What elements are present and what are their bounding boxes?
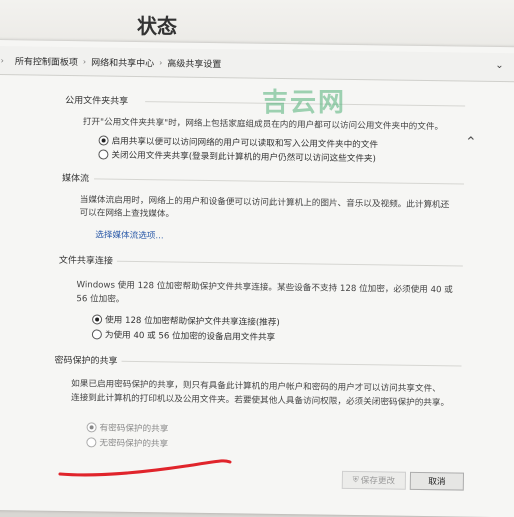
shield-icon: ⛨ xyxy=(352,475,359,485)
chevron-right-icon: › xyxy=(0,55,4,65)
media-description-line2: 可以在网络上查找媒体。 xyxy=(79,208,175,220)
address-bar[interactable]: › 所有控制面板项 › 网络和共享中心 › 高级共享设置 ⌄ xyxy=(0,45,514,83)
watermark-logo: 吉云网 xyxy=(262,88,347,118)
cancel-button[interactable]: 取消 xyxy=(409,471,465,491)
section-heading-media: 媒体流 xyxy=(61,173,90,185)
breadcrumb-advanced-sharing[interactable]: 高级共享设置 xyxy=(167,56,221,70)
file-sharing-description-line1: Windows 使用 128 位加密帮助保护文件共享连接。某些设备不支持 128… xyxy=(76,280,453,296)
divider xyxy=(116,260,463,267)
save-changes-button[interactable]: ⛨ 保存更改 xyxy=(341,470,407,490)
option-disable-public-sharing[interactable]: 关闭公用文件夹共享(登录到此计算机的用户仍然可以访问这些文件夹) xyxy=(98,148,376,164)
radio-unselected[interactable] xyxy=(98,149,109,160)
radio-selected[interactable] xyxy=(86,422,97,433)
red-annotation-stroke xyxy=(58,459,232,477)
option-password-off[interactable]: 无密码保护的共享 xyxy=(86,436,168,449)
background-title: 状态 xyxy=(137,14,177,38)
radio-selected[interactable] xyxy=(92,314,103,325)
radio-unselected[interactable] xyxy=(91,329,102,340)
media-streaming-options-link[interactable]: 选择媒体流选项... xyxy=(95,228,164,241)
collapse-chevron-icon[interactable]: ⌃ xyxy=(465,135,477,151)
section-heading-file-sharing: 文件共享连接 xyxy=(58,255,114,267)
radio-selected[interactable] xyxy=(98,135,109,146)
breadcrumb-all-items[interactable]: 所有控制面板项 xyxy=(15,54,78,68)
option-40-56-bit[interactable]: 为使用 40 或 56 位加密的设备启用文件共享 xyxy=(91,328,275,343)
option-128-bit[interactable]: 使用 128 位加密帮助保护文件共享连接(推荐) xyxy=(92,313,280,328)
chevron-right-icon: › xyxy=(159,57,163,67)
option-password-on[interactable]: 有密码保护的共享 xyxy=(86,421,169,434)
file-sharing-description-line2: 56 位加密。 xyxy=(76,294,125,305)
section-heading-public-folder: 公用文件夹共享 xyxy=(65,95,129,107)
breadcrumb-network-center[interactable]: 网络和共享中心 xyxy=(91,55,154,69)
chevron-right-icon: › xyxy=(82,56,87,66)
section-heading-password: 密码保护的共享 xyxy=(54,355,118,367)
divider xyxy=(94,178,465,185)
divider xyxy=(121,360,462,367)
radio-unselected[interactable] xyxy=(86,437,97,448)
dropdown-arrow-icon[interactable]: ⌄ xyxy=(495,60,504,71)
option-enable-public-sharing[interactable]: 启用共享以便可以访问网络的用户可以读取和写入公用文件夹中的文件 xyxy=(98,134,379,150)
control-panel-window: › 所有控制面板项 › 网络和共享中心 › 高级共享设置 ⌄ ⌃ 公用文件夹共享… xyxy=(0,40,514,517)
